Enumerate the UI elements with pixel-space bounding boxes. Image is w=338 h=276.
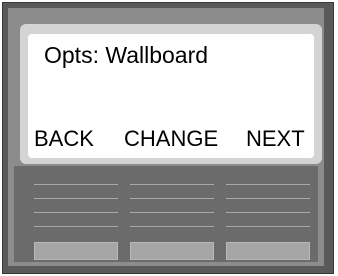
divider-line — [226, 198, 310, 199]
softkey-column-change — [130, 178, 214, 266]
softkey-label-next: NEXT — [246, 126, 305, 151]
divider-line — [226, 226, 310, 227]
back-softkey-button[interactable] — [34, 242, 118, 260]
next-softkey-button[interactable] — [226, 242, 310, 260]
divider-line — [34, 226, 118, 227]
divider-line — [130, 212, 214, 213]
divider-line — [34, 198, 118, 199]
divider-line — [130, 198, 214, 199]
change-softkey-button[interactable] — [130, 242, 214, 260]
screen-title: Opts: Wallboard — [44, 42, 209, 68]
divider-line — [34, 184, 118, 185]
divider-line — [130, 226, 214, 227]
divider-line — [130, 184, 214, 185]
softkey-label-back: BACK — [34, 126, 94, 151]
phone-display-panel: Opts: Wallboard BACK CHANGE NEXT — [0, 0, 338, 276]
softkey-column-next — [226, 178, 310, 266]
softkey-label-change: CHANGE — [124, 126, 219, 151]
divider-line — [226, 184, 310, 185]
softkey-column-back — [34, 178, 118, 266]
divider-line — [34, 212, 118, 213]
divider-line — [226, 212, 310, 213]
